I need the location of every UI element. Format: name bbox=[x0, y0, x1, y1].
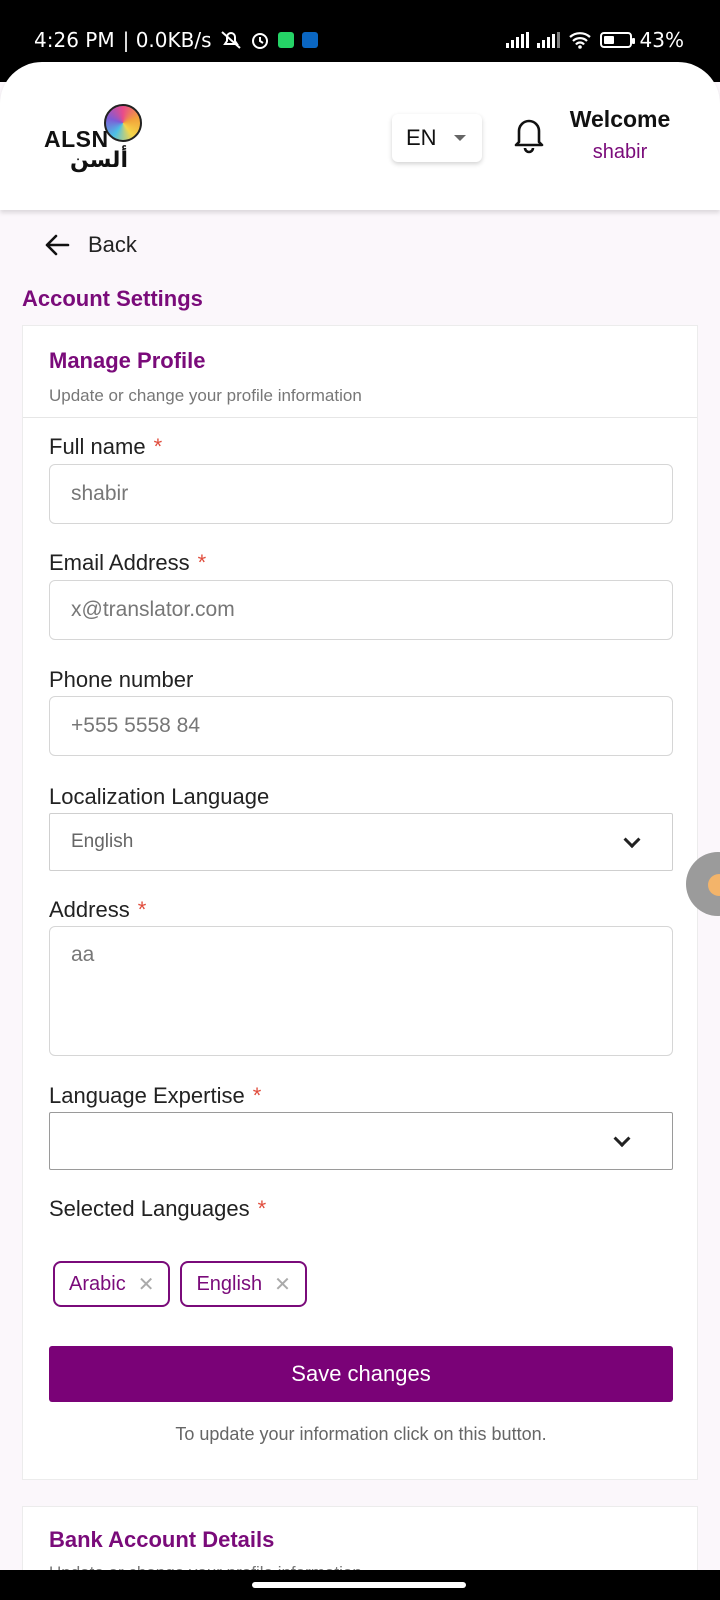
selected-languages-chips: Arabic ✕ English ✕ bbox=[53, 1261, 307, 1307]
language-value: EN bbox=[406, 125, 437, 150]
wifi-icon bbox=[568, 32, 591, 49]
bank-card-title: Bank Account Details bbox=[49, 1527, 275, 1552]
close-icon[interactable]: ✕ bbox=[274, 1272, 291, 1297]
phone-label-text: Phone number bbox=[49, 667, 194, 692]
whatsapp-icon bbox=[277, 32, 294, 48]
localization-value: English bbox=[71, 831, 134, 852]
expertise-label-text: Language Expertise bbox=[49, 1083, 245, 1108]
caret-down-icon bbox=[454, 135, 466, 141]
welcome-block: Welcome shabir bbox=[560, 106, 680, 164]
signal-icon bbox=[505, 32, 529, 48]
email-value: x@translator.com bbox=[71, 598, 235, 621]
save-hint: To update your information click on this… bbox=[175, 1424, 547, 1444]
required-mark: * bbox=[197, 550, 207, 575]
selected-languages-label: Selected Languages * bbox=[49, 1196, 266, 1222]
logo-globe-icon bbox=[104, 104, 142, 142]
chip-english[interactable]: English ✕ bbox=[180, 1261, 307, 1307]
status-speed: | 0.0KB/s bbox=[122, 28, 212, 52]
save-changes-button[interactable]: Save changes bbox=[49, 1346, 673, 1402]
required-mark: * bbox=[257, 1196, 267, 1221]
battery-percent: 43% bbox=[639, 28, 684, 52]
notification-bell-icon[interactable] bbox=[512, 114, 546, 154]
language-expertise-select[interactable] bbox=[49, 1112, 673, 1170]
chip-label: English bbox=[196, 1272, 263, 1295]
expertise-label: Language Expertise * bbox=[49, 1083, 261, 1109]
phone-label: Phone number bbox=[49, 667, 193, 693]
logo-arabic-text: ألسن bbox=[70, 148, 128, 173]
required-mark: * bbox=[137, 897, 147, 922]
welcome-text: Welcome bbox=[569, 106, 671, 132]
manage-profile-card: Manage Profile Update or change your pro… bbox=[22, 325, 698, 1480]
close-icon[interactable]: ✕ bbox=[138, 1272, 155, 1297]
localization-label: Localization Language bbox=[49, 784, 269, 810]
status-left: 4:26 PM | 0.0KB/s bbox=[34, 28, 318, 52]
assistant-icon bbox=[708, 874, 720, 896]
chip-label: Arabic bbox=[69, 1272, 126, 1295]
email-label-text: Email Address bbox=[49, 550, 190, 575]
card-title: Manage Profile bbox=[49, 348, 206, 373]
full-name-label-text: Full name bbox=[49, 434, 146, 459]
back-label: Back bbox=[88, 232, 137, 257]
address-value: aa bbox=[71, 943, 95, 966]
email-input[interactable]: x@translator.com bbox=[49, 580, 673, 640]
mute-icon bbox=[220, 31, 241, 49]
arrow-left-icon bbox=[45, 234, 70, 256]
address-label-text: Address bbox=[49, 897, 130, 922]
phone-input[interactable]: +555 5558 84 bbox=[49, 696, 673, 756]
status-right: 43% bbox=[505, 28, 684, 52]
language-dropdown[interactable]: EN bbox=[392, 114, 482, 162]
full-name-input[interactable]: shabir bbox=[49, 464, 673, 524]
chevron-down-icon bbox=[623, 831, 641, 849]
email-label: Email Address * bbox=[49, 550, 206, 576]
card-header: Manage Profile Update or change your pro… bbox=[23, 326, 697, 418]
back-button[interactable]: Back bbox=[44, 232, 137, 258]
linkedin-icon bbox=[301, 32, 318, 48]
localization-select[interactable]: English bbox=[49, 813, 673, 871]
card-subtitle: Update or change your profile informatio… bbox=[49, 386, 362, 405]
selected-languages-label-text: Selected Languages bbox=[49, 1196, 250, 1221]
chip-arabic[interactable]: Arabic ✕ bbox=[53, 1261, 171, 1307]
alsn-logo[interactable]: ALSN ألسن bbox=[44, 104, 144, 173]
required-mark: * bbox=[153, 434, 163, 459]
alarm-icon bbox=[251, 33, 268, 49]
page-title: Account Settings bbox=[22, 286, 203, 311]
system-nav-bar bbox=[0, 1570, 720, 1600]
address-label: Address * bbox=[49, 897, 146, 923]
battery-icon bbox=[599, 32, 635, 48]
address-textarea[interactable]: aa bbox=[49, 926, 673, 1056]
chevron-down-icon bbox=[613, 1130, 631, 1148]
app-header: ALSN ألسن EN Welcome shabir bbox=[0, 62, 720, 210]
required-mark: * bbox=[252, 1083, 262, 1108]
full-name-value: shabir bbox=[71, 482, 129, 505]
username-text: shabir bbox=[592, 141, 648, 163]
full-name-label: Full name * bbox=[49, 434, 162, 460]
phone-value: +555 5558 84 bbox=[71, 714, 201, 737]
status-time: 4:26 PM bbox=[34, 28, 115, 52]
localization-label-text: Localization Language bbox=[49, 784, 270, 809]
home-gesture-bar[interactable] bbox=[252, 1582, 466, 1588]
signal-icon-2 bbox=[536, 32, 560, 48]
